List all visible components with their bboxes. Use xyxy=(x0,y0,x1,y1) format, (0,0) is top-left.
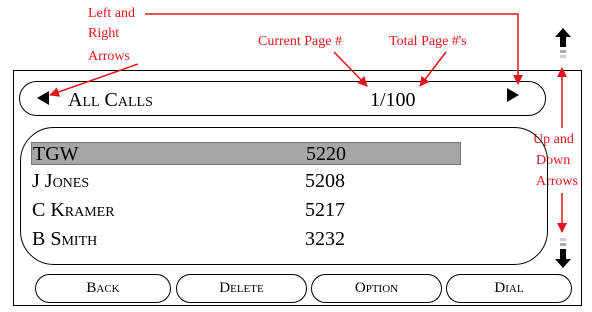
leader-total-pages xyxy=(419,51,447,87)
leader-right-arrow xyxy=(145,13,523,85)
leader-left-arrow xyxy=(49,63,139,97)
annotation-leaders xyxy=(49,13,567,233)
leader-current-page xyxy=(333,51,368,87)
phone-screen-diagram: Left and Right Arrows Current Page # Tot… xyxy=(0,0,592,312)
